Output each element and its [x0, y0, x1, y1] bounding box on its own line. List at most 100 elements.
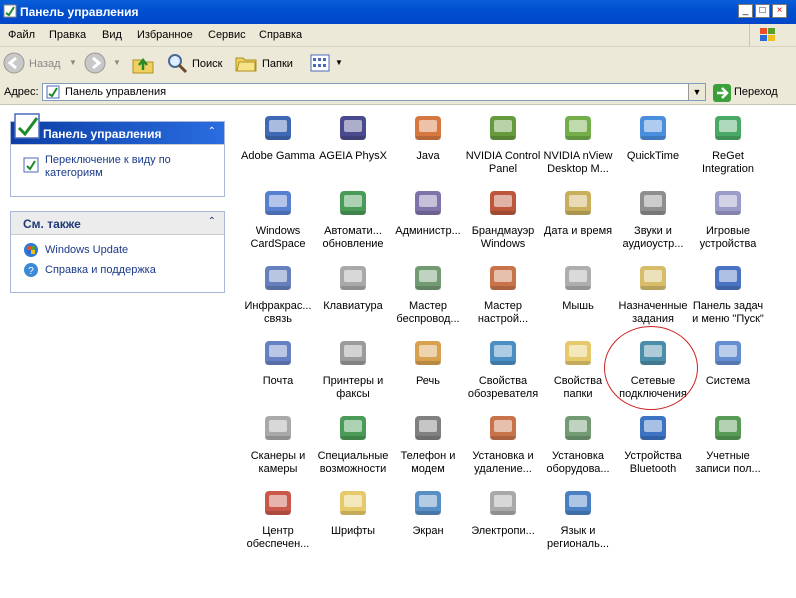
forward-dropdown-icon[interactable]: ▼	[113, 58, 121, 67]
cp-item-bluetooth[interactable]: Устройства Bluetooth	[615, 409, 691, 483]
cp-item-monitor-gamma[interactable]: Adobe Gamma	[240, 109, 316, 183]
cp-item-network-connections[interactable]: Сетевые подключения	[615, 334, 691, 408]
cp-item-quicktime[interactable]: QuickTime	[615, 109, 691, 183]
cp-item-firewall[interactable]: Брандмауэр Windows	[465, 184, 541, 258]
security-center-icon	[265, 491, 291, 515]
cp-item-power-options[interactable]: Электропи...	[465, 484, 541, 558]
cp-item-label: Установка и удаление...	[472, 450, 534, 475]
cp-item-printer[interactable]: Принтеры и факсы	[315, 334, 391, 408]
cp-item-label: Свойства папки	[553, 375, 603, 400]
cp-item-scanner[interactable]: Сканеры и камеры	[240, 409, 316, 483]
system-icon	[715, 341, 741, 365]
cp-item-label: Windows CardSpace	[250, 225, 306, 250]
cp-item-folder-options[interactable]: Свойства папки	[540, 334, 616, 408]
nvidia-icon	[490, 116, 516, 140]
views-button[interactable]: ▼	[309, 52, 345, 76]
views-dropdown-icon: ▼	[335, 58, 343, 67]
menu-favorites[interactable]: Избранное	[137, 29, 193, 41]
help-support-link[interactable]: Справка и поддержка	[45, 264, 156, 277]
close-button[interactable]: ×	[772, 4, 787, 18]
address-dropdown-icon[interactable]: ▼	[688, 84, 705, 100]
maximize-button[interactable]: □	[755, 4, 770, 18]
cp-item-windows-update[interactable]: Автомати... обновление	[315, 184, 391, 258]
see-also-collapse-icon[interactable]: ⌃	[208, 216, 216, 227]
cp-item-nvidia-nview[interactable]: NVIDIA nView Desktop M...	[540, 109, 616, 183]
cp-item-reget[interactable]: ReGet Integration	[690, 109, 766, 183]
cp-item-label: Звуки и аудиоустр...	[622, 225, 684, 250]
java-icon	[415, 116, 441, 140]
folders-button[interactable]: Папки	[235, 52, 301, 76]
cp-item-display[interactable]: Экран	[390, 484, 466, 558]
cp-item-mail[interactable]: Почта	[240, 334, 316, 408]
cp-item-add-remove[interactable]: Установка и удаление...	[465, 409, 541, 483]
cp-item-mouse[interactable]: Мышь	[540, 259, 616, 333]
cp-item-phone-modem[interactable]: Телефон и модем	[390, 409, 466, 483]
minimize-button[interactable]: _	[738, 4, 753, 18]
menu-help[interactable]: Справка	[259, 29, 302, 41]
cp-item-system[interactable]: Система	[690, 334, 766, 408]
cp-item-network-setup[interactable]: Мастер настрой...	[465, 259, 541, 333]
display-icon	[415, 491, 441, 515]
cp-item-datetime[interactable]: Дата и время	[540, 184, 616, 258]
mouse-icon	[565, 266, 591, 290]
cp-item-label: NVIDIA Control Panel	[465, 150, 541, 175]
cp-item-internet-options[interactable]: Свойства обозревателя	[465, 334, 541, 408]
cp-item-wireless[interactable]: Мастер беспровод...	[390, 259, 466, 333]
cp-item-keyboard[interactable]: Клавиатура	[315, 259, 391, 333]
firewall-icon	[490, 191, 516, 215]
forward-button[interactable]: ▼	[84, 52, 124, 76]
cp-item-label: Телефон и модем	[400, 450, 456, 475]
cp-item-label: Электропи...	[471, 525, 535, 537]
cp-item-java[interactable]: Java	[390, 109, 466, 183]
see-also-header[interactable]: См. также ⌃	[11, 212, 224, 235]
cp-item-nvidia[interactable]: NVIDIA Control Panel	[465, 109, 541, 183]
cp-item-fonts[interactable]: Шрифты	[315, 484, 391, 558]
back-button[interactable]: Назад ▼	[3, 52, 78, 76]
cp-item-ageia[interactable]: AGEIA PhysX	[315, 109, 391, 183]
cp-item-scheduled-tasks[interactable]: Назначенные задания	[615, 259, 691, 333]
cp-item-add-hardware[interactable]: Установка оборудова...	[540, 409, 616, 483]
cp-item-sounds[interactable]: Звуки и аудиоустр...	[615, 184, 691, 258]
cp-item-cardspace[interactable]: Windows CardSpace	[240, 184, 316, 258]
add-hardware-icon	[565, 416, 591, 440]
go-arrow-icon	[713, 84, 731, 102]
regional-icon	[565, 491, 591, 515]
menu-view[interactable]: Вид	[102, 29, 122, 41]
monitor-gamma-icon	[265, 116, 291, 140]
collapse-chevron-icon[interactable]: ⌃	[208, 126, 216, 137]
menu-tools[interactable]: Сервис	[208, 29, 246, 41]
network-setup-icon	[490, 266, 516, 290]
windows-update-link[interactable]: Windows Update	[45, 244, 128, 257]
quicktime-icon	[640, 116, 666, 140]
cp-item-gamepad[interactable]: Игровые устройства	[690, 184, 766, 258]
cp-item-label: Свойства обозревателя	[467, 375, 539, 400]
cp-item-speech[interactable]: Речь	[390, 334, 466, 408]
menu-edit[interactable]: Правка	[49, 29, 86, 41]
cp-item-taskbar[interactable]: Панель задач и меню "Пуск"	[690, 259, 766, 333]
cp-item-infrared[interactable]: Инфракрас... связь	[240, 259, 316, 333]
cp-item-security-center[interactable]: Центр обеспечен...	[240, 484, 316, 558]
cp-item-admin-tools[interactable]: Администр...	[390, 184, 466, 258]
control-panel-box-header[interactable]: Панель управления ⌃	[11, 113, 224, 145]
ageia-icon	[340, 116, 366, 140]
cardspace-icon	[265, 191, 291, 215]
wireless-icon	[415, 266, 441, 290]
cp-item-user-accounts[interactable]: Учетные записи пол...	[690, 409, 766, 483]
search-button[interactable]: Поиск	[166, 52, 230, 76]
sounds-icon	[640, 191, 666, 215]
switch-category-view-link[interactable]: Переключение к виду по категориям	[45, 154, 215, 180]
forward-arrow-icon	[84, 52, 106, 74]
address-input[interactable]: Панель управления ▼	[42, 83, 706, 101]
cp-item-accessibility[interactable]: Специальные возможности	[315, 409, 391, 483]
go-button[interactable]: Переход	[712, 83, 778, 103]
cp-item-regional[interactable]: Язык и региональ...	[540, 484, 616, 558]
up-folder-button[interactable]	[131, 52, 155, 76]
see-also-title: См. также	[23, 217, 81, 231]
address-label: Адрес:	[4, 86, 39, 98]
back-dropdown-icon[interactable]: ▼	[69, 58, 77, 67]
control-panel-icon	[3, 4, 17, 18]
control-panel-box: Панель управления ⌃ Переключение к виду …	[10, 113, 225, 197]
phone-modem-icon	[415, 416, 441, 440]
cp-item-label: Язык и региональ...	[546, 525, 610, 550]
menu-file[interactable]: Файл	[8, 29, 35, 41]
